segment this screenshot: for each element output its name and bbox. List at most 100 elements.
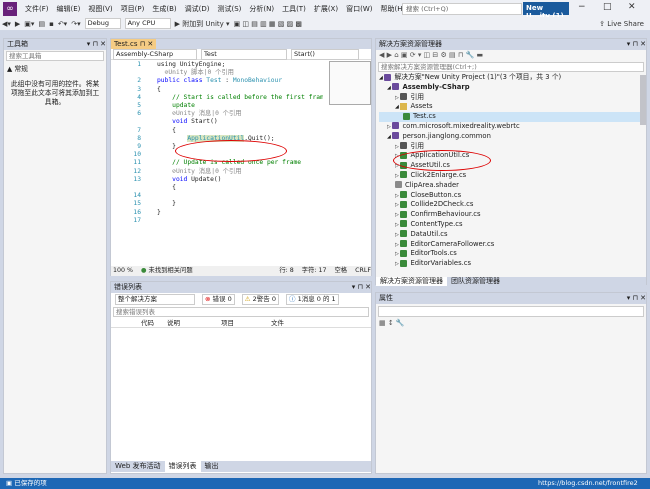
menu-item[interactable]: 扩展(X) [314, 5, 338, 13]
tree-item[interactable]: ◢ Assembly-CSharp [379, 83, 646, 93]
solution-search-input[interactable]: 搜索解决方案资源管理器(Ctrl+;) [378, 62, 644, 72]
tree-item[interactable]: ▷ EditorTools.cs [379, 249, 646, 259]
tree-item-label: Test.cs [413, 112, 436, 121]
editor-status-bar: 100 % ● 未找到相关问题 行: 8 字符: 17 空格 CRLF [111, 266, 371, 276]
menu-item[interactable]: 文件(F) [25, 5, 49, 13]
line-number: 3 [137, 85, 141, 93]
line-number: 4 [137, 93, 141, 101]
error-column-header[interactable]: 代码 [141, 318, 167, 327]
tree-item[interactable]: ◢ Assets [379, 102, 646, 112]
tree-item[interactable]: ▷ com.microsoft.mixedreality.webrtc [379, 122, 646, 132]
reference-icon [400, 142, 408, 150]
scope-select[interactable]: 整个解决方案 [115, 294, 195, 305]
error-tab[interactable]: Web 发布活动 [111, 461, 165, 472]
error-tab[interactable]: 错误列表 [164, 461, 201, 472]
tree-item[interactable]: ▷ 引用 [379, 142, 646, 152]
toolbox-group[interactable]: ▲ 常规 [4, 62, 106, 74]
properties-object-select[interactable] [378, 306, 644, 317]
tree-item-label: 引用 [410, 141, 425, 150]
platform-select[interactable]: Any CPU [124, 18, 171, 29]
line-number: 6 [137, 110, 141, 118]
warnings-filter-button[interactable]: ⚠ 2警告 0 [241, 294, 279, 305]
error-column-header[interactable]: 说明 [167, 318, 221, 327]
solution-tab[interactable]: 解决方案资源管理器 [376, 277, 447, 286]
line-number: 13 [133, 175, 141, 183]
error-tab[interactable]: 输出 [201, 461, 223, 472]
forward-icon[interactable]: ▶ [15, 20, 20, 28]
undo-icon[interactable]: ↶▾ [58, 20, 67, 28]
error-column-header[interactable]: 文件 [271, 318, 331, 327]
tree-item[interactable]: ◢ person.jianglong.common [379, 132, 646, 142]
csharp-file-icon [400, 171, 408, 179]
open-icon[interactable]: ▤ [38, 20, 45, 28]
toolbox-search-input[interactable]: 搜索工具箱 [6, 51, 104, 61]
code-minimap[interactable] [329, 61, 371, 105]
menu-item[interactable]: 测试(S) [217, 5, 241, 13]
save-icon[interactable]: ▪ [49, 20, 54, 28]
tree-item[interactable]: ▷ Collide2DCheck.cs [379, 200, 646, 210]
tree-item[interactable]: ▷ EditorCameraFollower.cs [379, 240, 646, 250]
config-select[interactable]: Debug [84, 18, 121, 29]
tree-item[interactable]: ◢ 解决方案"New Unity Project (1)"(3 个项目，共 3 … [379, 73, 646, 83]
search-input[interactable]: 搜索 (Ctrl+Q) [402, 3, 522, 15]
tree-item[interactable]: ▷ ConfirmBehaviour.cs [379, 210, 646, 220]
nav-member-select[interactable]: Start() [291, 49, 359, 60]
messages-filter-button[interactable]: ⓘ 1消息 0 的 1 [285, 294, 339, 305]
tab-test-cs[interactable]: Test.cs ⊓ ✕ [111, 39, 157, 49]
tree-item-label: EditorTools.cs [410, 249, 457, 258]
line-number: 5 [137, 102, 141, 109]
menu-item[interactable]: 编辑(E) [57, 5, 81, 13]
menu-item[interactable]: 工具(T) [282, 5, 306, 13]
tree-item[interactable]: ▷ EditorVariables.cs [379, 259, 646, 269]
menu-item[interactable]: 视图(V) [88, 5, 112, 13]
tree-item[interactable]: ▷ Click2Enlarge.cs [379, 171, 646, 181]
panel-controls-icon[interactable]: ▾ ⊓ ✕ [352, 282, 371, 293]
redo-icon[interactable]: ↷▾ [71, 20, 80, 28]
error-search-input[interactable]: 搜索错误列表 [113, 307, 369, 317]
panel-controls-icon[interactable]: ▾ ⊓ ✕ [627, 293, 646, 304]
new-file-icon[interactable]: ▣▾ [24, 20, 34, 28]
minimize-icon[interactable]: − [578, 2, 586, 12]
project-icon [384, 73, 392, 81]
panel-controls-icon[interactable]: ▾ ⊓ ✕ [627, 39, 646, 50]
menu-item[interactable]: 窗口(W) [346, 5, 372, 13]
properties-title: 属性 ▾ ⊓ ✕ [376, 293, 646, 304]
back-icon[interactable]: ◀▾ [2, 20, 11, 28]
zoom-level[interactable]: 100 % [113, 266, 133, 276]
properties-toolbar[interactable]: ▦ ↕ 🔧 [376, 319, 646, 330]
csharp-file-icon [403, 112, 410, 120]
maximize-icon[interactable]: □ [603, 2, 612, 12]
line-number: 14 [133, 192, 141, 200]
editor-tab-strip: Test.cs ⊓ ✕ [111, 39, 371, 49]
tree-item[interactable]: ▷ DataUtil.cs [379, 230, 646, 240]
menu-item[interactable]: 调试(D) [185, 5, 210, 13]
tree-item[interactable]: Test.cs [379, 112, 646, 122]
menu-item[interactable]: 分析(N) [249, 5, 274, 13]
close-icon[interactable]: ✕ [628, 2, 636, 12]
nav-project-select[interactable]: Assembly-CSharp [113, 49, 197, 60]
error-icon: ⊗ [205, 295, 211, 303]
errors-filter-button[interactable]: ⊗ 错误 0 [202, 294, 235, 305]
solution-tab[interactable]: 团队资源管理器 [447, 277, 504, 286]
menu-item[interactable]: 生成(B) [152, 5, 176, 13]
solution-toolbar[interactable]: ◀ ▶ ⌂ ▣ ⟳ ▾ ◫ ⊟ ⚙ ▤ ⊓ 🔧 ▬ [376, 50, 646, 61]
tree-item-label: 引用 [410, 92, 425, 101]
panel-controls-icon[interactable]: ▾ ⊓ ✕ [87, 39, 106, 50]
navigation-bar: Assembly-CSharp Test Start() [111, 49, 371, 60]
issues-status[interactable]: ● 未找到相关问题 [141, 266, 193, 276]
error-column-header[interactable]: 项目 [221, 318, 271, 327]
menu-item[interactable]: 项目(P) [121, 5, 145, 13]
save-status-icon: ▣ [6, 479, 15, 487]
toolbox-empty-message: 此组中没有可用的控件。将某项拖至此文本可将其添加到工具箱。 [10, 80, 100, 106]
tree-item[interactable]: ▷ 引用 [379, 93, 646, 103]
solution-scrollbar[interactable] [640, 75, 646, 125]
error-list-toolbar: 整个解决方案 ⊗ 错误 0 ⚠ 2警告 0 ⓘ 1消息 0 的 1 [111, 293, 371, 306]
nav-class-select[interactable]: Test [201, 49, 287, 60]
line-number: 11 [133, 159, 141, 167]
live-share-button[interactable]: ⇪ Live Share [599, 20, 644, 28]
attach-unity-button[interactable]: ▶ 附加到 Unity ▾ [175, 19, 230, 29]
tree-item-label: EditorVariables.cs [410, 259, 472, 268]
tree-item[interactable]: ▷ ContentType.cs [379, 220, 646, 230]
tree-item[interactable]: ClipArea.shader [379, 181, 646, 191]
tree-item[interactable]: ▷ CloseButton.cs [379, 191, 646, 201]
